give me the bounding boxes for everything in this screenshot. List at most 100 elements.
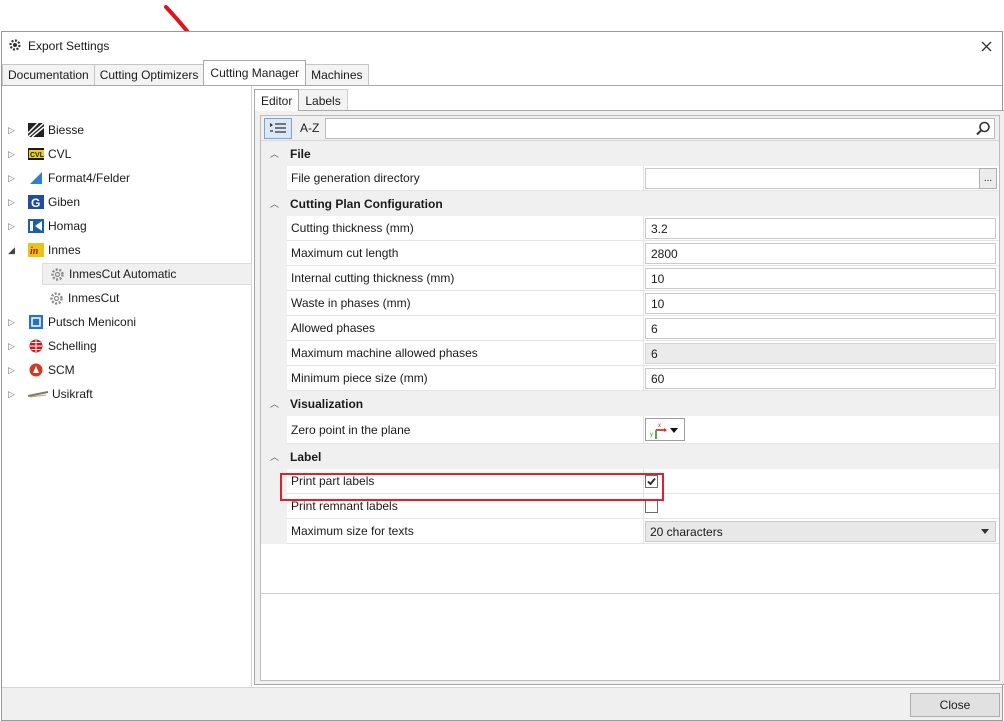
property-value: 2800 bbox=[644, 241, 999, 266]
tree-item-cvl[interactable]: ▷ CVL CVL bbox=[2, 143, 252, 165]
window-title: Export Settings bbox=[28, 39, 110, 53]
print-remnant-labels-checkbox[interactable] bbox=[645, 500, 658, 513]
row-file-generation-directory: File generation directory ... bbox=[261, 166, 999, 191]
expand-arrow-icon[interactable]: ▷ bbox=[8, 197, 18, 208]
svg-text:x: x bbox=[658, 423, 661, 429]
row-cutting-thickness: Cutting thickness (mm) 3.2 bbox=[261, 216, 999, 241]
main-tabs: Documentation Cutting Optimizers Cutting… bbox=[2, 60, 369, 85]
window-close-button[interactable] bbox=[976, 36, 996, 56]
svg-text:CVL: CVL bbox=[30, 152, 44, 159]
main-panel: ▷ Biesse ▷ CVL CVL ▷ Format4/Felder ▷ G … bbox=[2, 85, 1004, 687]
tree-item-label: Biesse bbox=[48, 123, 85, 137]
expand-arrow-icon[interactable]: ▷ bbox=[8, 389, 18, 400]
categorized-view-button[interactable] bbox=[264, 117, 292, 139]
property-value: 20 characters bbox=[644, 519, 999, 544]
collapse-caret-icon[interactable]: ︿ bbox=[270, 147, 282, 160]
expand-arrow-icon[interactable]: ▷ bbox=[8, 149, 18, 160]
search-icon[interactable] bbox=[976, 121, 991, 139]
expand-arrow-icon[interactable]: ▷ bbox=[8, 317, 18, 328]
tree-item-schelling[interactable]: ▷ Schelling bbox=[2, 335, 252, 357]
maximum-size-for-texts-select[interactable]: 20 characters bbox=[645, 521, 996, 542]
expand-arrow-icon[interactable]: ▷ bbox=[8, 341, 18, 352]
tab-labels[interactable]: Labels bbox=[298, 89, 348, 111]
section-cutting-plan-configuration[interactable]: ︿ Cutting Plan Configuration bbox=[261, 191, 999, 216]
section-title: Visualization bbox=[290, 396, 364, 411]
close-icon bbox=[981, 41, 991, 51]
row-gutter bbox=[261, 241, 287, 266]
row-maximum-size-for-texts: Maximum size for texts 20 characters bbox=[261, 519, 999, 544]
collapse-caret-icon[interactable]: ︿ bbox=[270, 397, 282, 410]
row-gutter bbox=[261, 266, 287, 291]
tree-item-usikraft[interactable]: ▷ Usikraft bbox=[2, 383, 252, 405]
section-visualization[interactable]: ︿ Visualization bbox=[261, 391, 999, 416]
zero-point-picker[interactable]: x y bbox=[645, 418, 685, 441]
cutting-thickness-input[interactable]: 3.2 bbox=[645, 218, 996, 239]
row-gutter bbox=[261, 316, 287, 341]
expand-arrow-icon[interactable]: ▷ bbox=[8, 365, 18, 376]
tree-item-label: SCM bbox=[48, 363, 75, 377]
allowed-phases-input[interactable]: 6 bbox=[645, 318, 996, 339]
search-input[interactable] bbox=[328, 119, 968, 138]
property-value: ... bbox=[644, 166, 999, 191]
tree-item-inmes[interactable]: ◢ in Inmes bbox=[2, 239, 252, 261]
row-allowed-phases: Allowed phases 6 bbox=[261, 316, 999, 341]
tree-item-label: Putsch Meniconi bbox=[48, 315, 137, 329]
svg-text:in: in bbox=[30, 246, 39, 257]
tree-item-giben[interactable]: ▷ G Giben bbox=[2, 191, 252, 213]
section-label[interactable]: ︿ Label bbox=[261, 444, 999, 469]
row-minimum-piece-size: Minimum piece size (mm) 60 bbox=[261, 366, 999, 391]
tree-item-inmescut-automatic[interactable]: InmesCut Automatic bbox=[42, 263, 252, 285]
tree-item-scm[interactable]: ▷ SCM bbox=[2, 359, 252, 381]
property-value: 3.2 bbox=[644, 216, 999, 241]
row-gutter bbox=[261, 216, 287, 241]
expand-arrow-icon[interactable]: ▷ bbox=[8, 125, 18, 136]
usikraft-logo-icon bbox=[28, 387, 48, 401]
waste-in-phases-input[interactable]: 10 bbox=[645, 293, 996, 314]
minimum-piece-size-input[interactable]: 60 bbox=[645, 368, 996, 389]
tree-item-inmescut[interactable]: InmesCut bbox=[2, 287, 252, 309]
tree-item-biesse[interactable]: ▷ Biesse bbox=[2, 119, 252, 141]
machine-tree: ▷ Biesse ▷ CVL CVL ▷ Format4/Felder ▷ G … bbox=[2, 86, 252, 687]
internal-cutting-thickness-input[interactable]: 10 bbox=[645, 268, 996, 289]
collapse-caret-icon[interactable]: ︿ bbox=[270, 450, 282, 463]
dialog-footer: Close bbox=[2, 687, 1002, 720]
tree-item-homag[interactable]: ▷ Homag bbox=[2, 215, 252, 237]
expand-arrow-icon[interactable]: ▷ bbox=[8, 221, 18, 232]
tree-item-putsch-meniconi[interactable]: ▷ Putsch Meniconi bbox=[2, 311, 252, 333]
tab-cutting-optimizers[interactable]: Cutting Optimizers bbox=[93, 64, 205, 85]
maximum-cut-length-input[interactable]: 2800 bbox=[645, 243, 996, 264]
property-value: 6 bbox=[644, 316, 999, 341]
property-value bbox=[644, 494, 999, 519]
browse-button[interactable]: ... bbox=[979, 168, 997, 189]
property-name: File generation directory bbox=[287, 166, 644, 191]
inmes-logo-icon: in bbox=[28, 243, 44, 257]
scm-logo-icon bbox=[28, 363, 44, 377]
description-panel bbox=[261, 593, 999, 680]
search-field[interactable] bbox=[325, 118, 995, 139]
tab-editor[interactable]: Editor bbox=[254, 89, 300, 111]
close-button[interactable]: Close bbox=[910, 693, 1000, 717]
row-internal-cutting-thickness: Internal cutting thickness (mm) 10 bbox=[261, 266, 999, 291]
alphabetical-view-button[interactable]: A-Z bbox=[295, 118, 324, 139]
property-name: Maximum cut length bbox=[287, 241, 644, 266]
tab-machines[interactable]: Machines bbox=[305, 64, 369, 85]
expand-arrow-icon[interactable]: ▷ bbox=[8, 173, 18, 184]
settings-area: Editor Labels A-Z ︿ File File generation… bbox=[254, 89, 1004, 685]
tree-item-format4-felder[interactable]: ▷ Format4/Felder bbox=[2, 167, 252, 189]
title-bar: Export Settings bbox=[2, 32, 1002, 60]
property-grid-frame: A-Z ︿ File File generation directory ...… bbox=[254, 110, 1004, 685]
tab-documentation[interactable]: Documentation bbox=[2, 64, 95, 85]
putsch-meniconi-logo-icon bbox=[28, 315, 44, 329]
row-waste-in-phases: Waste in phases (mm) 10 bbox=[261, 291, 999, 316]
property-value bbox=[644, 469, 999, 494]
section-file[interactable]: ︿ File bbox=[261, 141, 999, 166]
file-directory-input[interactable] bbox=[645, 168, 996, 189]
collapse-caret-icon[interactable]: ︿ bbox=[270, 197, 282, 210]
tab-cutting-manager[interactable]: Cutting Manager bbox=[203, 60, 307, 85]
format4-logo-icon bbox=[28, 171, 44, 185]
collapse-arrow-icon[interactable]: ◢ bbox=[8, 245, 18, 256]
highlight-annotation bbox=[280, 473, 664, 501]
tree-item-label: Inmes bbox=[48, 243, 81, 257]
property-name: Minimum piece size (mm) bbox=[287, 366, 644, 391]
row-gutter bbox=[261, 519, 287, 544]
